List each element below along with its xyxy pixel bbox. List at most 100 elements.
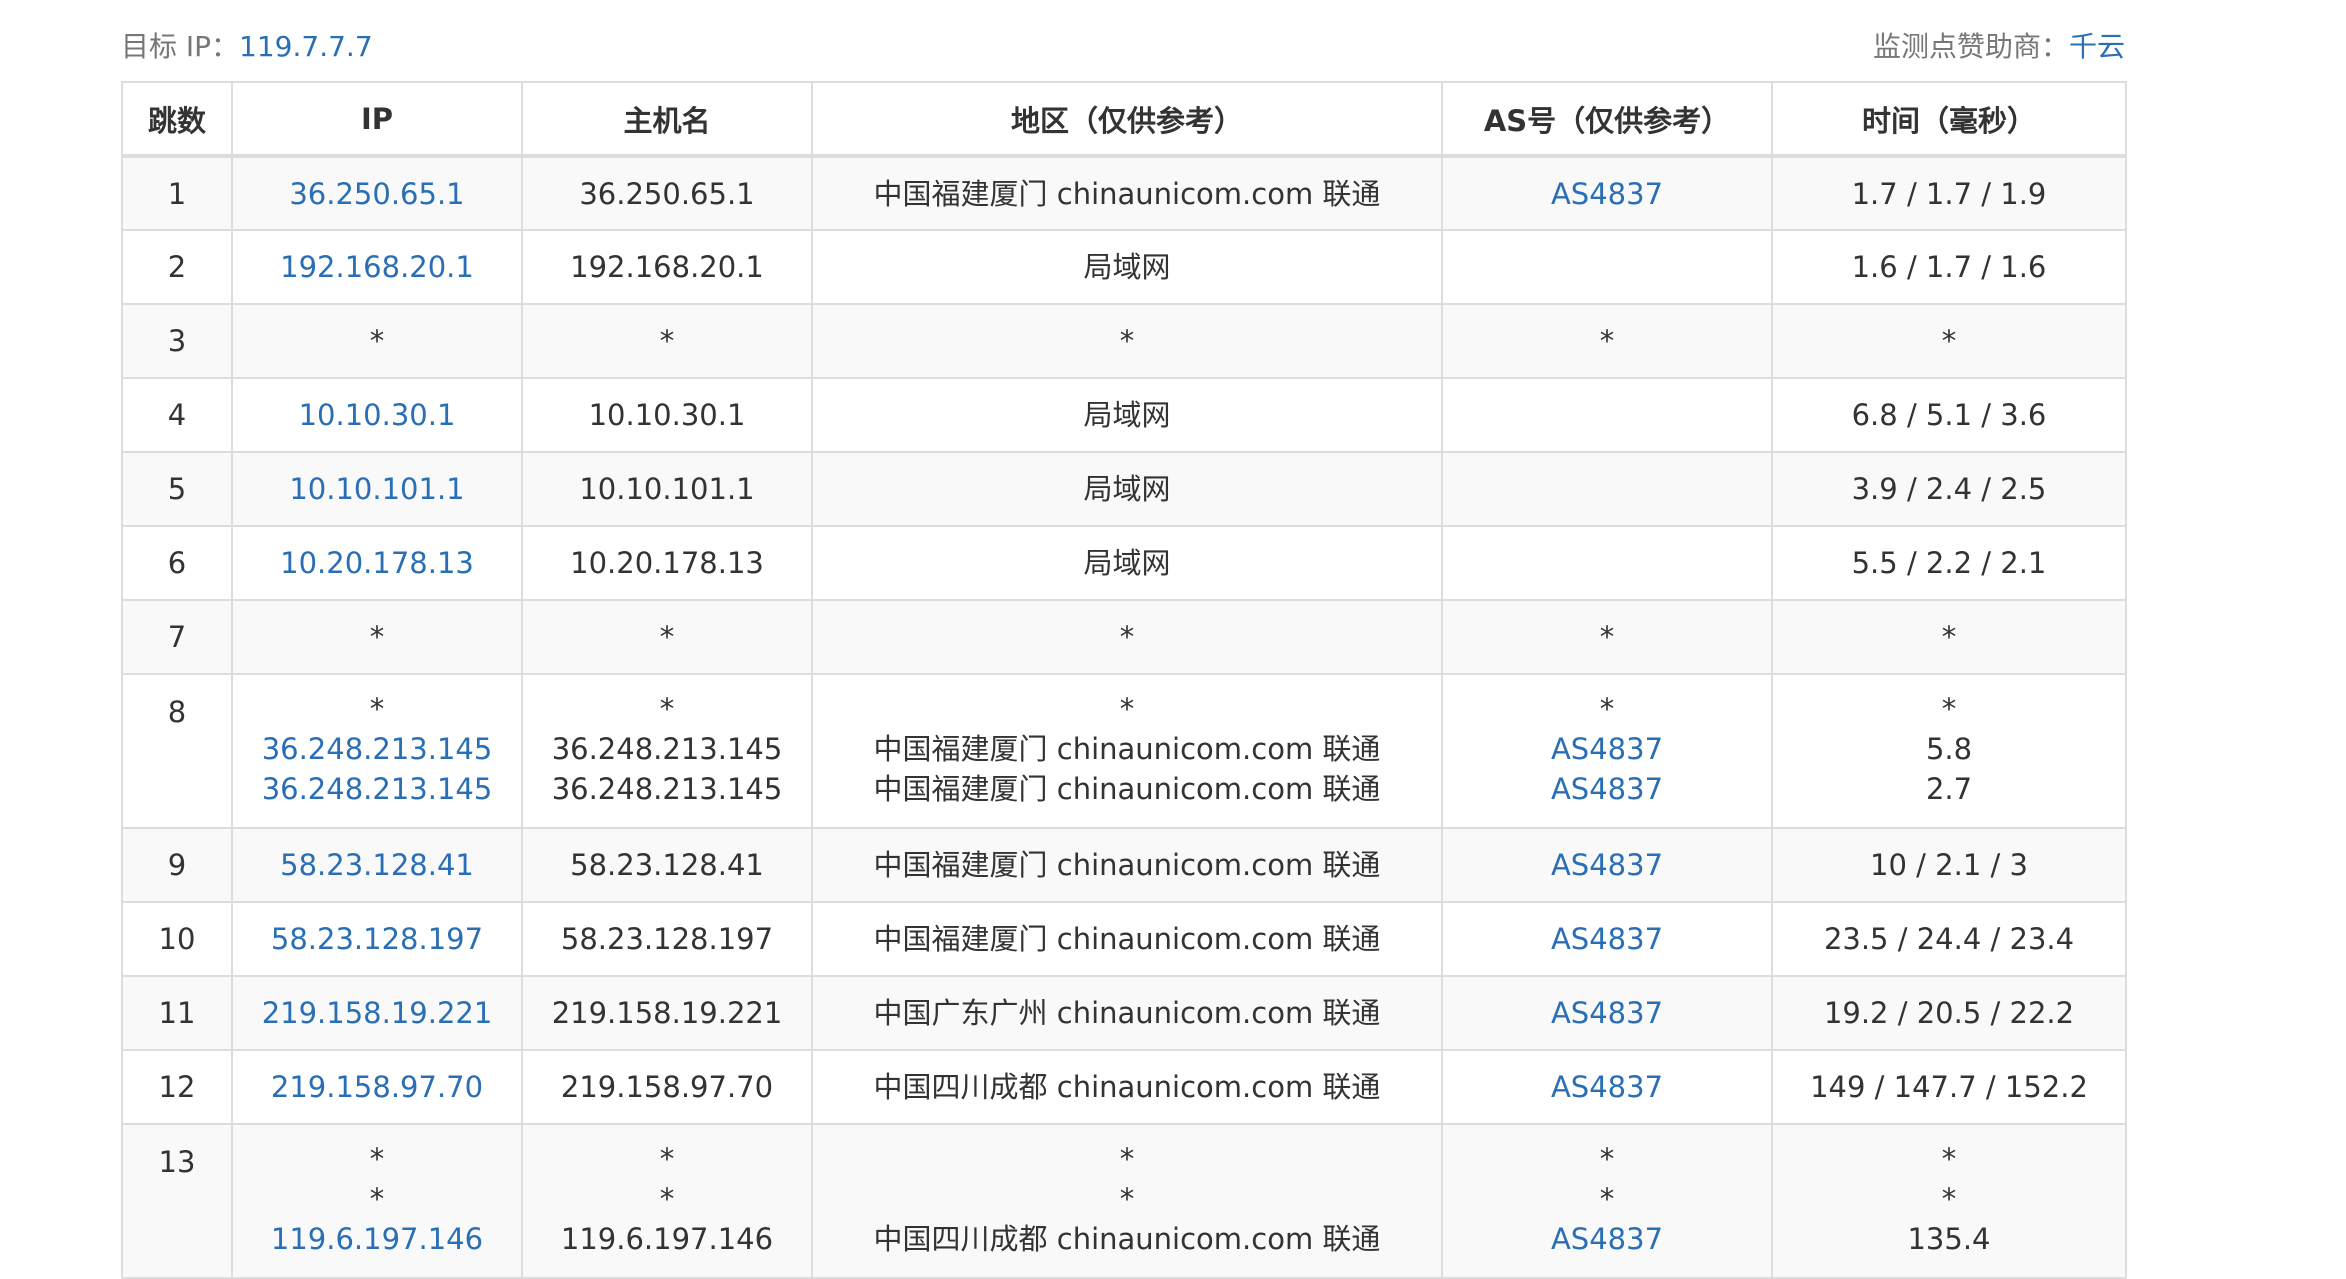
ip-link[interactable]: 10.10.101.1 (234, 469, 520, 509)
time-cell: * 5.8 2.7 (1771, 673, 2127, 829)
table-row: 2 192.168.20.1 192.168.20.1 局域网 1.6 / 1.7 / … (121, 229, 2127, 305)
as-link (1444, 395, 1770, 435)
time-text: 23.5 / 24.4 / 23.4 (1823, 922, 2075, 956)
traceroute-table-body: 1 36.250.65.1 36.250.65.1 中国福建厦门 chinaunico… (121, 155, 2127, 1279)
table-row: 8 * 36.248.213.145 36.248.213.145 * 36.248.21… (121, 673, 2127, 829)
as-cell: * (1441, 599, 1773, 675)
ip-cell: 192.168.20.1 (231, 229, 523, 305)
time-cell: 19.2 / 20.5 / 22.2 (1771, 975, 2127, 1051)
ip-link[interactable]: 10.20.178.13 (234, 543, 520, 583)
hostname-cell: * (521, 599, 813, 675)
top-bar: 目标 IP：119.7.7.7 监测点赞助商：千云 (121, 26, 2125, 68)
hostname-cell: 192.168.20.1 (521, 229, 813, 305)
hostname-text: 10.10.101.1 (579, 472, 755, 506)
as-cell: AS4837 (1441, 975, 1773, 1051)
ip-link[interactable]: 58.23.128.41 (234, 845, 520, 885)
target-ip-link[interactable]: 119.7.7.7 (239, 30, 373, 63)
table-row: 3 * * * * * (121, 303, 2127, 379)
as-link[interactable]: AS4837 (1444, 729, 1770, 769)
as-link (1444, 469, 1770, 509)
as-link[interactable]: AS4837 (1444, 993, 1770, 1033)
hostname-text: 119.6.197.146 (560, 1222, 774, 1256)
no-response-marker: * (659, 1182, 675, 1216)
time-text: 1.6 / 1.7 / 1.6 (1851, 250, 2047, 284)
as-cell (1441, 525, 1773, 601)
table-row: 1 36.250.65.1 36.250.65.1 中国福建厦门 chinaunico… (121, 155, 2127, 231)
no-response-marker: * (1941, 620, 1957, 654)
hop-number-cell: 5 (121, 451, 233, 527)
hostname-cell: 10.10.101.1 (521, 451, 813, 527)
sponsor-link[interactable]: 千云 (2069, 30, 2125, 63)
as-link[interactable]: AS4837 (1444, 1219, 1770, 1259)
time-text: 19.2 / 20.5 / 22.2 (1823, 996, 2075, 1030)
table-row: 11 219.158.19.221 219.158.19.221 中国广东广州 chi… (121, 975, 2127, 1051)
time-text: 10 / 2.1 / 3 (1870, 848, 2028, 882)
time-cell: 23.5 / 24.4 / 23.4 (1771, 901, 2127, 977)
hop-number-cell: 7 (121, 599, 233, 675)
as-link[interactable]: AS4837 (1444, 769, 1770, 809)
hostname-text: 10.20.178.13 (570, 546, 764, 580)
as-cell (1441, 229, 1773, 305)
region-cell: 中国福建厦门 chinaunicom.com 联通 (811, 827, 1443, 903)
ip-link[interactable]: 36.248.213.145 (234, 729, 520, 769)
ip-link[interactable]: 10.10.30.1 (234, 395, 520, 435)
ip-link[interactable]: 36.248.213.145 (234, 769, 520, 809)
ip-cell: 10.20.178.13 (231, 525, 523, 601)
hostname-cell: 219.158.97.70 (521, 1049, 813, 1125)
as-link[interactable]: AS4837 (1444, 845, 1770, 885)
ip-cell: * (231, 303, 523, 379)
hostname-cell: 219.158.19.221 (521, 975, 813, 1051)
ip-link[interactable]: 119.6.197.146 (234, 1219, 520, 1259)
no-response-marker: * (1119, 1142, 1135, 1176)
region-cell: 局域网 (811, 525, 1443, 601)
no-response-marker: * (369, 1182, 385, 1216)
as-link (1444, 247, 1770, 287)
hop-number-cell: 6 (121, 525, 233, 601)
hostname-cell: 58.23.128.197 (521, 901, 813, 977)
column-header-time: 时间（毫秒） (1771, 81, 2127, 158)
as-link[interactable]: AS4837 (1444, 1067, 1770, 1107)
region-cell: 局域网 (811, 451, 1443, 527)
as-cell: * AS4837 AS4837 (1441, 673, 1773, 829)
time-cell: 6.8 / 5.1 / 3.6 (1771, 377, 2127, 453)
as-cell: AS4837 (1441, 1049, 1773, 1125)
table-row: 5 10.10.101.1 10.10.101.1 局域网 3.9 / 2.4 / 2.… (121, 451, 2127, 527)
region-text: 中国福建厦门 chinaunicom.com 联通 (873, 922, 1381, 956)
ip-link[interactable]: 58.23.128.197 (234, 919, 520, 959)
hostname-text: 58.23.128.197 (560, 922, 774, 956)
ip-cell: * (231, 599, 523, 675)
no-response-marker: * (1941, 1182, 1957, 1216)
time-cell: 3.9 / 2.4 / 2.5 (1771, 451, 2127, 527)
as-link[interactable]: AS4837 (1444, 919, 1770, 959)
no-response-marker: * (659, 1142, 675, 1176)
as-link[interactable]: AS4837 (1444, 174, 1770, 214)
as-cell (1441, 377, 1773, 453)
no-response-marker: * (1119, 620, 1135, 654)
table-row: 6 10.20.178.13 10.20.178.13 局域网 5.5 / 2.2 / … (121, 525, 2127, 601)
ip-link[interactable]: 192.168.20.1 (234, 247, 520, 287)
no-response-marker: * (1119, 1182, 1135, 1216)
no-response-marker: * (1941, 692, 1957, 726)
hostname-text: 36.248.213.145 (551, 732, 783, 766)
ip-link[interactable]: 219.158.19.221 (234, 993, 520, 1033)
hostname-text: 10.10.30.1 (588, 398, 746, 432)
ip-link[interactable]: 219.158.97.70 (234, 1067, 520, 1107)
hostname-text: 219.158.19.221 (551, 996, 783, 1030)
column-header-hop: 跳数 (121, 81, 233, 158)
column-header-ip: IP (231, 81, 523, 158)
sponsor-label: 监测点赞助商： (1872, 30, 2069, 63)
hop-number-cell: 3 (121, 303, 233, 379)
ip-cell: * * 119.6.197.146 (231, 1123, 523, 1279)
no-response-marker: * (369, 1142, 385, 1176)
hop-number-cell: 4 (121, 377, 233, 453)
time-cell: 149 / 147.7 / 152.2 (1771, 1049, 2127, 1125)
hop-number-cell: 11 (121, 975, 233, 1051)
time-cell: 1.7 / 1.7 / 1.9 (1771, 155, 2127, 231)
time-text: 5.8 (1925, 732, 1973, 766)
time-cell: * (1771, 599, 2127, 675)
region-cell: 中国福建厦门 chinaunicom.com 联通 (811, 155, 1443, 231)
ip-link[interactable]: 36.250.65.1 (234, 174, 520, 214)
no-response-marker: * (1599, 1142, 1615, 1176)
region-text: 局域网 (1083, 472, 1171, 506)
time-text: 5.5 / 2.2 / 2.1 (1851, 546, 2047, 580)
